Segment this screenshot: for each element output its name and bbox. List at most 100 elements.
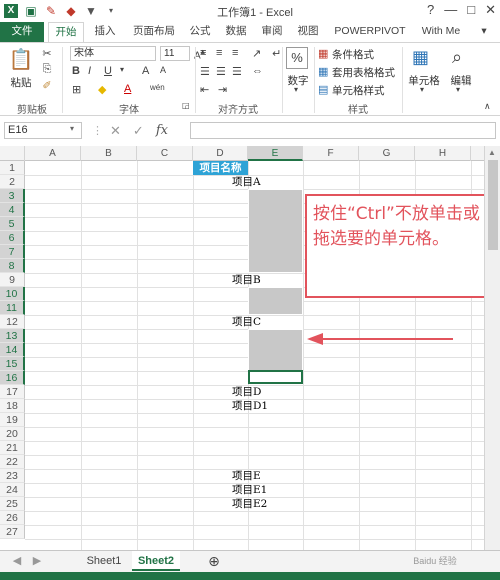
row-header-24[interactable]: 24 <box>0 483 25 497</box>
cell-styles-icon[interactable]: ▤ <box>318 83 328 96</box>
prev-sheet-icon[interactable]: ◀ <box>10 551 24 571</box>
selected-range-e3-e8[interactable] <box>248 189 303 273</box>
tab-view[interactable]: 视图 <box>294 22 322 42</box>
cut-icon[interactable]: ✂ <box>40 47 54 60</box>
bold-button[interactable]: B <box>72 65 80 77</box>
filter-icon[interactable]: ▼ <box>84 4 98 18</box>
sheet-tab-sheet2[interactable]: Sheet2 <box>132 551 180 571</box>
column-header-h[interactable]: H <box>415 146 471 161</box>
align-center-icon[interactable]: ☰ <box>216 65 226 78</box>
row-header-5[interactable]: 5 <box>0 217 25 231</box>
column-header-a[interactable]: A <box>25 146 81 161</box>
font-size-select[interactable]: 11 <box>160 46 190 61</box>
cancel-icon[interactable]: ✕ <box>110 123 121 139</box>
formula-input[interactable] <box>190 122 496 139</box>
row-header-12[interactable]: 12 <box>0 315 25 329</box>
cell-d23[interactable]: 项目E <box>232 470 261 483</box>
cell-d9[interactable]: 项目B <box>232 274 261 287</box>
close-button[interactable]: ✕ <box>485 2 496 18</box>
selected-range-e10-e11[interactable] <box>248 287 303 315</box>
align-right-icon[interactable]: ☰ <box>232 65 242 78</box>
font-color-button[interactable]: A <box>124 83 131 95</box>
wrap-text-icon[interactable]: ↵ <box>272 47 281 60</box>
format-as-table-button[interactable]: 套用表格格式 <box>332 65 395 80</box>
column-header-g[interactable]: G <box>359 146 415 161</box>
cell-d17[interactable]: 项目D <box>232 386 261 399</box>
scroll-thumb[interactable] <box>488 160 498 250</box>
editing-button[interactable]: 编辑 <box>446 73 476 88</box>
select-all-corner[interactable] <box>0 146 25 161</box>
row-header-14[interactable]: 14 <box>0 343 25 357</box>
cell-d25[interactable]: 项目E2 <box>232 498 267 511</box>
row-header-25[interactable]: 25 <box>0 497 25 511</box>
cells-icon[interactable]: ▦ <box>412 47 429 68</box>
row-header-18[interactable]: 18 <box>0 399 25 413</box>
cell-d24[interactable]: 项目E1 <box>232 484 267 497</box>
maximize-button[interactable]: □ <box>467 2 475 18</box>
customize-qat-icon[interactable]: ▾ <box>104 4 118 18</box>
row-header-9[interactable]: 9 <box>0 273 25 287</box>
row-header-10[interactable]: 10 <box>0 287 25 301</box>
insert-function-button[interactable]: fx <box>156 123 168 138</box>
tab-tell-me[interactable]: With Me <box>416 22 466 42</box>
tab-powerpivot[interactable]: POWERPIVOT <box>330 22 410 42</box>
row-header-27[interactable]: 27 <box>0 525 25 539</box>
row-header-3[interactable]: 3 <box>0 189 25 203</box>
editing-icon[interactable]: ⌕ <box>452 47 462 68</box>
enter-icon[interactable]: ✓ <box>133 123 144 139</box>
underline-dropdown-icon[interactable]: ▾ <box>120 65 124 74</box>
column-header-f[interactable]: F <box>303 146 359 161</box>
align-bottom-icon[interactable]: ≡ <box>232 47 238 59</box>
format-painter-button-icon[interactable]: ✐ <box>40 79 54 92</box>
tab-formulas[interactable]: 公式 <box>186 22 214 42</box>
align-left-icon[interactable]: ☰ <box>200 65 210 78</box>
row-header-8[interactable]: 8 <box>0 259 25 273</box>
column-header-b[interactable]: B <box>81 146 137 161</box>
ribbon-options[interactable]: ▾ <box>472 22 496 42</box>
row-header-20[interactable]: 20 <box>0 427 25 441</box>
increase-indent-icon[interactable]: ⇥ <box>218 83 227 96</box>
editing-dropdown-icon[interactable]: ▾ <box>456 85 460 94</box>
fill-color-icon[interactable]: ◆ <box>98 83 106 96</box>
cell-d1-header[interactable]: 项目名称 <box>193 161 248 175</box>
phonetic-button[interactable]: wén <box>150 83 165 92</box>
row-header-15[interactable]: 15 <box>0 357 25 371</box>
row-header-4[interactable]: 4 <box>0 203 25 217</box>
vertical-scrollbar[interactable]: ▲ <box>484 146 500 550</box>
help-button[interactable]: ? <box>427 2 434 18</box>
row-header-22[interactable]: 22 <box>0 455 25 469</box>
format-painter-icon[interactable]: ✎ <box>44 4 58 18</box>
number-dropdown-icon[interactable]: ▾ <box>294 85 298 94</box>
selected-range-e13-e15[interactable] <box>248 329 303 371</box>
underline-button[interactable]: U <box>104 65 112 77</box>
row-header-7[interactable]: 7 <box>0 245 25 259</box>
resize-handle-icon[interactable]: ⋮ <box>92 124 103 137</box>
cell-d2[interactable]: 项目A <box>232 176 261 189</box>
orientation-icon[interactable]: ↗ <box>252 47 261 60</box>
tab-review[interactable]: 审阅 <box>258 22 286 42</box>
cell-d12[interactable]: 项目C <box>232 316 261 329</box>
paste-icon[interactable]: 📋 <box>8 47 34 73</box>
column-header-e[interactable]: E <box>248 146 303 161</box>
font-dialog-launcher-icon[interactable]: ◲ <box>182 101 190 110</box>
row-header-16[interactable]: 16 <box>0 371 25 385</box>
worksheet-grid[interactable]: A B C D E F G H 1 2 3 4 5 6 7 8 9 10 11 12 13 14 15 16 1… <box>0 146 500 550</box>
cells-dropdown-icon[interactable]: ▾ <box>420 85 424 94</box>
merge-center-icon[interactable]: ⇔ <box>252 65 263 77</box>
name-box-dropdown-icon[interactable]: ▾ <box>70 124 74 133</box>
shrink-font-button[interactable]: A <box>160 65 166 75</box>
next-sheet-icon[interactable]: ▶ <box>30 551 44 571</box>
active-cell-e16[interactable] <box>248 370 303 384</box>
row-header-11[interactable]: 11 <box>0 301 25 315</box>
tab-page-layout[interactable]: 页面布局 <box>128 22 180 42</box>
tab-home[interactable]: 开始 <box>48 22 84 42</box>
save-icon[interactable]: ▣ <box>24 4 38 18</box>
grow-font-button[interactable]: A <box>142 65 149 77</box>
align-top-icon[interactable]: ≡ <box>200 47 206 59</box>
row-header-13[interactable]: 13 <box>0 329 25 343</box>
row-header-17[interactable]: 17 <box>0 385 25 399</box>
sheet-tab-sheet1[interactable]: Sheet1 <box>80 551 128 571</box>
format-as-table-icon[interactable]: ▦ <box>318 65 328 78</box>
row-header-26[interactable]: 26 <box>0 511 25 525</box>
conditional-format-button[interactable]: 条件格式 <box>332 47 374 62</box>
